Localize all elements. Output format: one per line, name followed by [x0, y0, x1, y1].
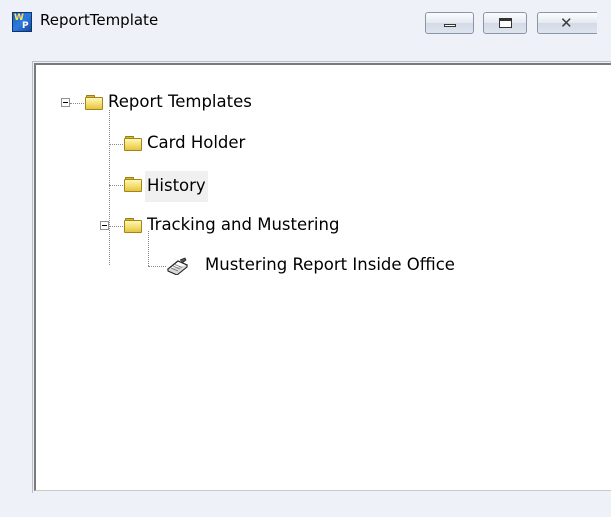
report-template-window: W P ReportTemplate ✕ Report Templates Ca…	[0, 0, 611, 517]
maximize-icon	[499, 18, 512, 28]
report-template-app-icon: W P	[12, 12, 32, 32]
window-title: ReportTemplate	[40, 11, 159, 29]
minimize-button[interactable]	[425, 12, 474, 34]
tree-node-history[interactable]: History	[145, 171, 208, 202]
tree-connector	[109, 110, 110, 265]
maximize-button[interactable]	[483, 12, 527, 34]
tree-connector	[70, 103, 84, 104]
close-icon: ✕	[560, 14, 573, 32]
collapse-tracking-and-mustering-toggle[interactable]	[100, 221, 109, 230]
tree-connector	[148, 231, 149, 266]
tree-panel[interactable]	[34, 63, 611, 491]
tree-node-card-holder[interactable]: Card Holder	[145, 132, 247, 154]
folder-icon	[85, 95, 103, 110]
tree-node-report-templates[interactable]: Report Templates	[106, 91, 254, 113]
report-icon	[166, 257, 188, 275]
tree-node-tracking-and-mustering[interactable]: Tracking and Mustering	[145, 214, 341, 236]
title-bar[interactable]: W P ReportTemplate ✕	[0, 0, 611, 40]
tree-node-mustering-report-inside-office[interactable]: Mustering Report Inside Office	[203, 254, 457, 276]
collapse-report-templates-toggle[interactable]	[61, 98, 70, 107]
folder-icon	[124, 136, 142, 151]
close-button[interactable]: ✕	[537, 12, 597, 34]
tree-connector	[109, 185, 123, 186]
folder-icon	[124, 177, 142, 192]
tree-connector	[109, 144, 123, 145]
tree-connector	[109, 226, 123, 227]
minimize-icon	[444, 24, 456, 27]
tree-connector	[148, 266, 166, 267]
folder-icon	[124, 218, 142, 233]
